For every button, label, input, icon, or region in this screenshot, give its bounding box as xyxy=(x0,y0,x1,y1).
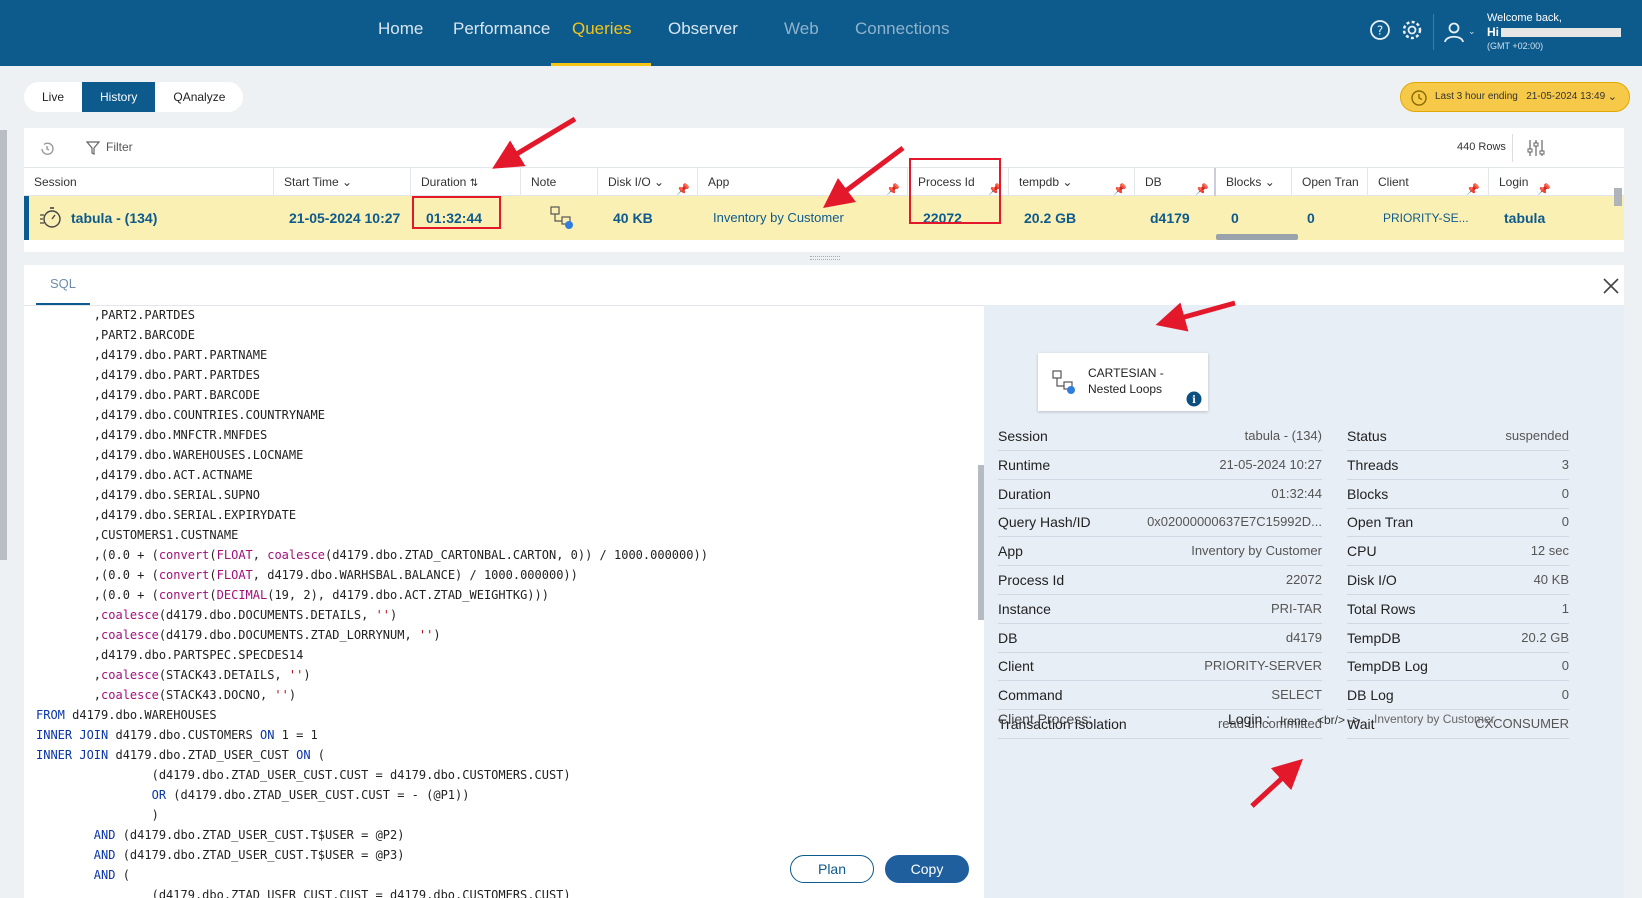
arrow-to-plan-card xyxy=(1155,300,1236,332)
annotation-arrows xyxy=(492,116,1304,808)
arrow-to-login xyxy=(1250,758,1304,808)
arrow-to-app xyxy=(823,146,905,208)
arrow-to-duration xyxy=(492,116,577,169)
